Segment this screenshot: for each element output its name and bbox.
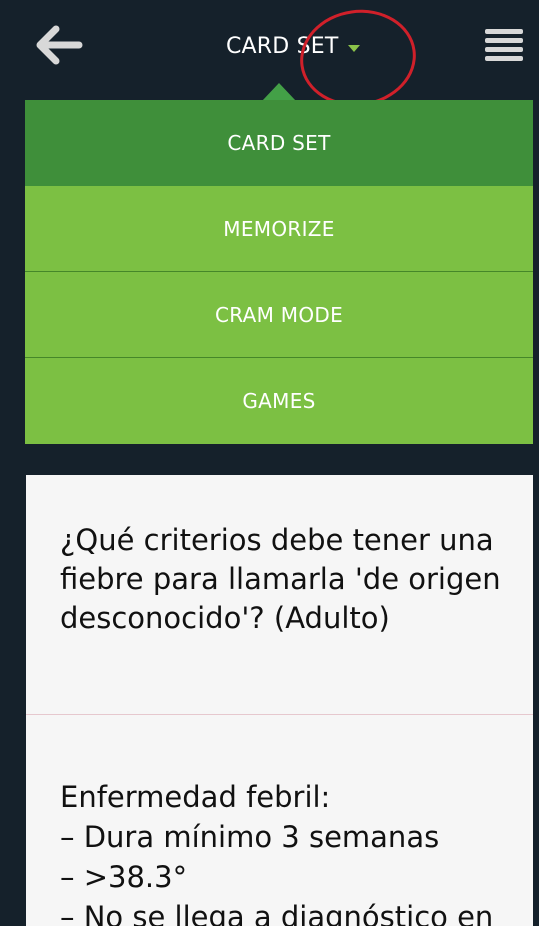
question-text: ¿Qué criterios debe tener una fiebre par… — [60, 523, 501, 635]
card-set-dropdown-toggle[interactable]: CARD SET — [226, 26, 360, 68]
dropdown-pointer — [262, 83, 296, 101]
answer-line: – >38.3° — [60, 860, 188, 894]
hamburger-menu-icon — [485, 29, 523, 61]
back-arrow-icon — [36, 25, 83, 65]
card-divider — [26, 714, 533, 715]
mode-dropdown-menu: CARD SET MEMORIZE CRAM MODE GAMES — [25, 100, 533, 444]
menu-item-card-set[interactable]: CARD SET — [25, 100, 533, 186]
top-navigation-bar: CARD SET — [0, 0, 539, 114]
back-button[interactable] — [26, 17, 88, 73]
chevron-down-icon — [347, 44, 360, 52]
page-title: CARD SET — [226, 34, 339, 59]
menu-item-memorize[interactable]: MEMORIZE — [25, 186, 533, 272]
menu-item-cram-mode[interactable]: CRAM MODE — [25, 272, 533, 358]
answer-line: Enfermedad febril: — [60, 780, 331, 814]
menu-item-games[interactable]: GAMES — [25, 358, 533, 444]
menu-button[interactable] — [481, 22, 527, 68]
answer-line: – No se llega a diagnóstico en — [60, 900, 494, 926]
flashcard: ¿Qué criterios debe tener una fiebre par… — [26, 475, 533, 926]
study-screen: CARD SET CARD SET MEMORIZE CRAM MODE GAM… — [0, 0, 539, 926]
answer-line: – Dura mínimo 3 semanas — [60, 820, 440, 854]
